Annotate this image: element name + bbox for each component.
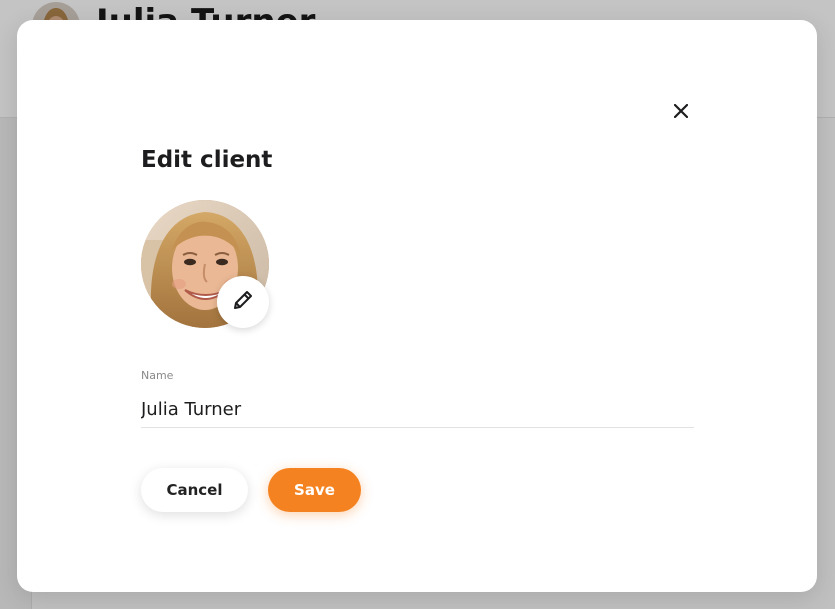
close-icon bbox=[673, 103, 689, 122]
cancel-button[interactable]: Cancel bbox=[141, 468, 248, 512]
edit-client-modal: Edit client Name Julia Turner Cancel Sav… bbox=[17, 20, 817, 592]
pencil-icon bbox=[231, 288, 255, 316]
modal-title: Edit client bbox=[141, 147, 273, 173]
close-button[interactable] bbox=[669, 100, 693, 124]
edit-photo-button[interactable] bbox=[217, 276, 269, 328]
name-input[interactable] bbox=[141, 391, 694, 428]
name-field-label: Name bbox=[141, 369, 174, 382]
save-button[interactable]: Save bbox=[268, 468, 361, 512]
avatar-section bbox=[141, 200, 269, 328]
